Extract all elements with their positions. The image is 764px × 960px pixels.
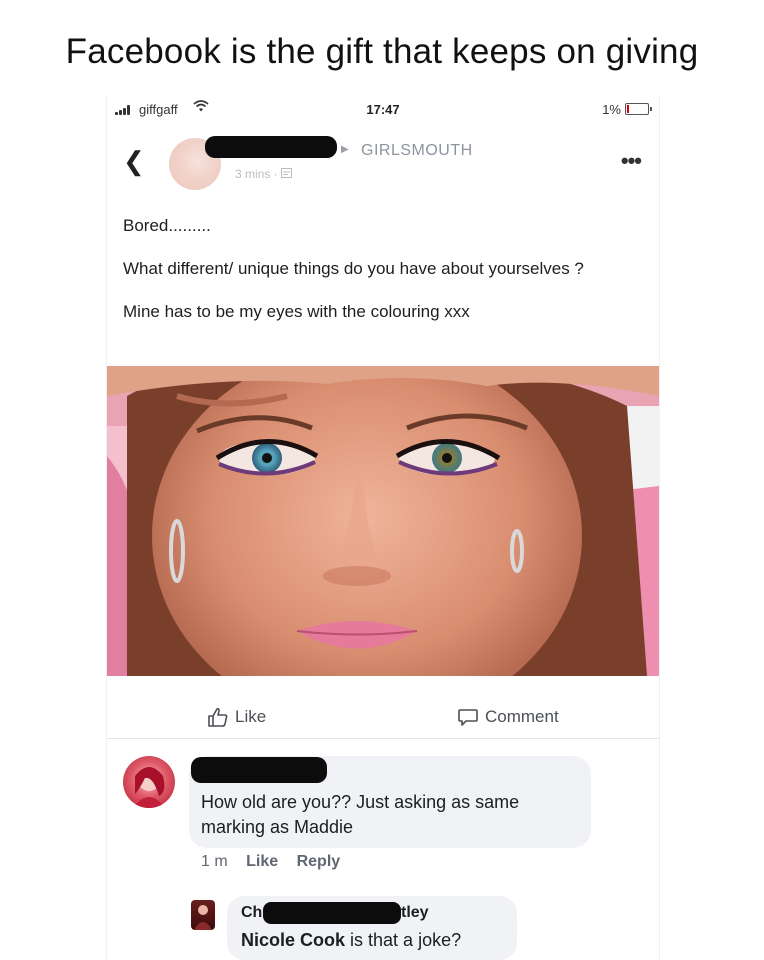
comment-text: How old are you?? Just asking as same ma… bbox=[201, 792, 520, 837]
redacted-commenter-name bbox=[191, 757, 327, 783]
reply-avatar[interactable] bbox=[191, 900, 215, 930]
redacted-poster-name bbox=[205, 136, 337, 158]
comment-meta: 1 m Like Reply bbox=[201, 853, 354, 871]
comment-like-link[interactable]: Like bbox=[246, 853, 278, 870]
comment-bubble: How old are you?? Just asking as same ma… bbox=[189, 756, 591, 848]
more-options-icon[interactable]: ••• bbox=[621, 148, 642, 174]
audience-icon bbox=[281, 168, 293, 178]
group-arrow-icon: ▶ bbox=[341, 144, 349, 155]
post-paragraph: Mine has to be my eyes with the colourin… bbox=[123, 302, 470, 321]
back-chevron-icon[interactable]: ❮ bbox=[123, 146, 145, 177]
status-time: 17:47 bbox=[366, 102, 400, 117]
comment-time: 1 m bbox=[201, 853, 228, 870]
thumbs-up-icon bbox=[208, 707, 228, 727]
post-photo[interactable] bbox=[107, 366, 659, 676]
comment-reply-link[interactable]: Reply bbox=[297, 853, 341, 870]
comment-button[interactable]: Comment bbox=[457, 706, 559, 728]
like-button[interactable]: Like bbox=[207, 706, 266, 728]
reply-text: Nicole Cook is that a joke? bbox=[241, 930, 462, 950]
reply-bubble: Ch tley Nicole Cook is that a joke? bbox=[227, 896, 517, 960]
phone-screenshot: giffgaff 17:47 1% ❮ ▶ GIRLSMOUTH 3 mins … bbox=[106, 96, 660, 960]
commenter-avatar[interactable] bbox=[123, 756, 175, 808]
reply-author-name-end[interactable]: tley bbox=[401, 904, 429, 922]
battery-percentage: 1% bbox=[602, 102, 621, 117]
post-paragraph: What different/ unique things do you hav… bbox=[123, 259, 584, 278]
reply-author-name-start[interactable]: Ch bbox=[241, 904, 262, 922]
status-bar: giffgaff 17:47 1% bbox=[107, 96, 659, 122]
like-label: Like bbox=[235, 707, 267, 726]
post-body: Bored......... What different/ unique th… bbox=[123, 213, 633, 324]
meme-caption: Facebook is the gift that keeps on givin… bbox=[65, 32, 699, 71]
post-paragraph: Bored......... bbox=[123, 216, 211, 235]
post-timestamp: 3 mins · bbox=[235, 167, 293, 181]
battery-icon bbox=[625, 103, 652, 115]
mention-link[interactable]: Nicole Cook bbox=[241, 930, 345, 950]
group-name-link[interactable]: GIRLSMOUTH bbox=[361, 142, 473, 160]
redacted-reply-name bbox=[263, 902, 401, 924]
comment-label: Comment bbox=[485, 707, 559, 726]
comment-icon bbox=[458, 709, 478, 726]
post-actions-bar: Like Comment bbox=[107, 698, 659, 739]
